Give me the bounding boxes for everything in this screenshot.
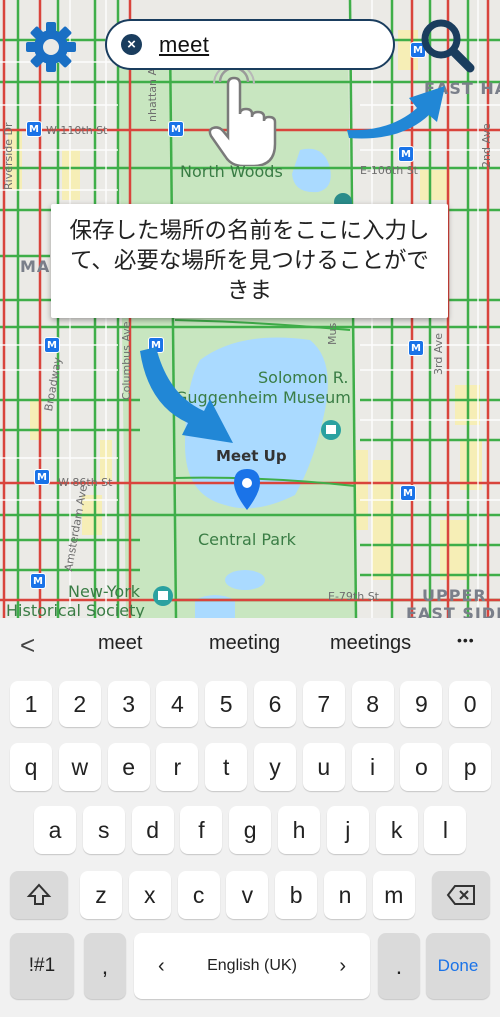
key-s[interactable]: s [82, 806, 125, 854]
key-h[interactable]: h [278, 806, 320, 854]
key-x[interactable]: x [128, 871, 171, 919]
label-central-park: Central Park [198, 530, 296, 549]
key-t[interactable]: t [205, 743, 248, 791]
more-suggestions-button[interactable]: ••• [457, 632, 475, 648]
suggestion-2[interactable]: meeting [209, 632, 280, 655]
metro-icon[interactable]: M [168, 121, 184, 137]
key-o[interactable]: o [400, 743, 443, 791]
hand-pointer-icon [206, 63, 280, 168]
key-u[interactable]: u [302, 743, 345, 791]
key-4[interactable]: 4 [156, 681, 199, 727]
street-e106: E-106th St [360, 164, 418, 177]
key-6[interactable]: 6 [254, 681, 296, 727]
label-solomon-1: Solomon R. [258, 368, 349, 387]
key-0[interactable]: 0 [449, 681, 492, 727]
space-right-arrow: › [339, 955, 346, 977]
metro-icon[interactable]: M [44, 337, 60, 353]
street-madison: Mus [326, 322, 339, 345]
key-a[interactable]: a [34, 806, 76, 854]
shift-icon [26, 883, 52, 905]
key-7[interactable]: 7 [302, 681, 345, 727]
space-left-arrow: ‹ [158, 955, 165, 977]
label-nyhs-2: Historical Society [6, 601, 145, 618]
backspace-key[interactable] [432, 871, 490, 919]
street-third-ave: 3rd Ave [432, 333, 445, 375]
key-r[interactable]: r [156, 743, 199, 791]
key-y[interactable]: y [254, 743, 296, 791]
arrow-right-icon [345, 80, 450, 140]
key-l[interactable]: l [424, 806, 467, 854]
search-input[interactable]: meet [159, 32, 209, 58]
key-w[interactable]: w [58, 743, 101, 791]
key-g[interactable]: g [229, 806, 272, 854]
label-upper-east-1: UPPER [422, 586, 487, 605]
key-d[interactable]: d [131, 806, 174, 854]
metro-icon[interactable]: M [34, 469, 50, 485]
metro-icon[interactable]: M [400, 485, 416, 501]
suggestion-back-button[interactable]: < [20, 630, 35, 661]
space-language-label: English (UK) [207, 957, 297, 974]
keyboard: 1 2 3 4 5 6 7 8 9 0 q w e r t y u i o p a s d f g h j k l z x c v b n m !#1,… [0, 670, 500, 1017]
suggestion-3[interactable]: meetings [330, 632, 411, 655]
close-icon[interactable]: × [121, 34, 142, 55]
key-e[interactable]: e [107, 743, 150, 791]
key-q[interactable]: q [10, 743, 52, 791]
shift-key[interactable] [10, 871, 68, 919]
key-j[interactable]: j [326, 806, 369, 854]
key-p[interactable]: p [449, 743, 492, 791]
label-manhattan-partial: MA [20, 257, 51, 276]
label-upper-east-2: EAST SIDE [406, 604, 500, 618]
key-8[interactable]: 8 [351, 681, 394, 727]
suggestion-1[interactable]: meet [98, 632, 142, 655]
tutorial-tooltip: 保存した場所の名前をここに入力して、必要な場所を見つけることができま [51, 204, 448, 318]
key-9[interactable]: 9 [400, 681, 443, 727]
key-period[interactable]: . [378, 933, 420, 999]
symbols-key[interactable]: !#1 [10, 933, 74, 999]
search-bar[interactable]: × meet [105, 19, 395, 70]
key-n[interactable]: n [324, 871, 366, 919]
backspace-icon [446, 885, 475, 905]
street-w110: W-110th St [46, 124, 108, 137]
key-i[interactable]: i [351, 743, 394, 791]
key-3[interactable]: 3 [107, 681, 150, 727]
metro-icon[interactable]: M [26, 121, 42, 137]
key-1[interactable]: 1 [10, 681, 52, 727]
key-z[interactable]: z [80, 871, 122, 919]
street-e79: E-79th St [328, 590, 379, 603]
street-columbus: Columbus Ave [120, 321, 133, 401]
arrow-down-icon [138, 345, 236, 455]
metro-icon[interactable]: M [408, 340, 424, 356]
metro-icon[interactable]: M [30, 573, 46, 589]
tooltip-text: 保存した場所の名前をここに入力して、必要な場所を見つけることができま [69, 218, 430, 304]
key-m[interactable]: m [372, 871, 415, 919]
space-key[interactable]: ‹ English (UK) › [134, 933, 370, 999]
suggestion-bar: < meet meeting meetings ••• [0, 618, 500, 670]
done-key[interactable]: Done [426, 933, 490, 999]
settings-gear-icon[interactable] [22, 18, 80, 76]
metro-icon[interactable]: M [398, 146, 414, 162]
key-f[interactable]: f [180, 806, 223, 854]
key-c[interactable]: c [177, 871, 220, 919]
label-nyhs-1: New-York [68, 582, 141, 601]
search-icon[interactable] [416, 14, 478, 76]
key-b[interactable]: b [275, 871, 318, 919]
key-2[interactable]: 2 [58, 681, 101, 727]
key-comma[interactable]: , [84, 933, 126, 999]
key-k[interactable]: k [375, 806, 418, 854]
key-v[interactable]: v [226, 871, 269, 919]
street-second-ave: 2nd Ave [480, 123, 493, 168]
street-riverside: Riverside Dr [2, 122, 15, 190]
key-5[interactable]: 5 [205, 681, 248, 727]
